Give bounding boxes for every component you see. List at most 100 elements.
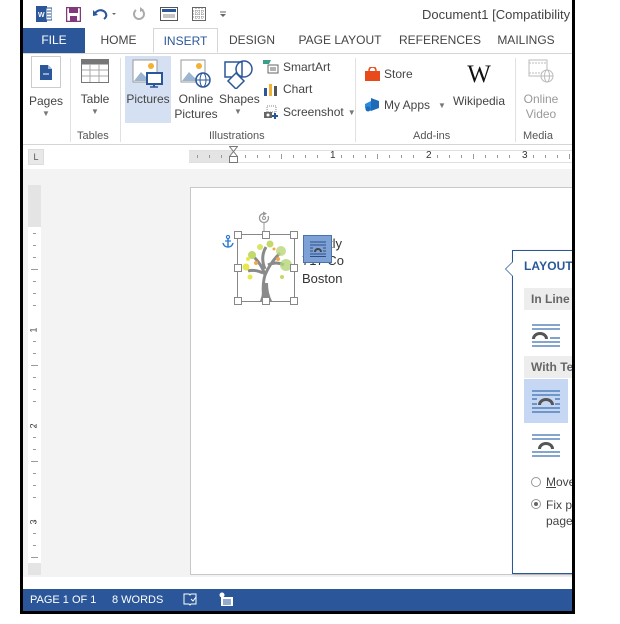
resize-handle[interactable] (290, 297, 298, 305)
word-count[interactable]: 8 WORDS (112, 594, 163, 606)
ribbon-tabs: FILE HOME INSERT DESIGN PAGE LAYOUT REFE… (23, 28, 572, 54)
store-button[interactable]: Store (365, 67, 413, 81)
group-label-tables: Tables (77, 130, 109, 142)
ruler-tick (33, 293, 36, 294)
undo-icon[interactable] (91, 5, 119, 23)
ruler-number: 1 (330, 150, 336, 161)
ruler-tick (33, 425, 36, 426)
ruler-tick (33, 257, 36, 258)
customize-qa-icon[interactable] (217, 5, 229, 23)
ruler-tick (197, 155, 198, 158)
move-with-text-option[interactable]: Move with text i (531, 475, 572, 489)
chevron-down-icon: ▼ (91, 107, 99, 116)
ruler-tick (33, 389, 36, 390)
ruler-tick (473, 154, 474, 159)
ruler-tick (33, 485, 36, 486)
ruler-tick (377, 154, 378, 159)
move-with-text-radio[interactable] (531, 477, 541, 487)
ruler-bottom-margin (28, 563, 41, 575)
ruler-tick (33, 377, 36, 378)
resize-handle[interactable] (234, 297, 242, 305)
macro-recording-icon[interactable] (219, 592, 233, 609)
chevron-down-icon: ▼ (438, 100, 446, 110)
ruler-tick (305, 155, 306, 158)
ruler-tick (33, 305, 36, 306)
pictures-button[interactable]: Pictures (125, 56, 171, 123)
online-video-button[interactable]: Online Video (519, 58, 563, 122)
tab-references[interactable]: REFERENCES (399, 28, 481, 53)
ruler-tick (533, 155, 534, 158)
tab-insert[interactable]: INSERT (153, 28, 218, 53)
ruler-tick (341, 155, 342, 158)
tab-mailings[interactable]: MAILINGS (491, 28, 561, 53)
ruler-tick (221, 155, 222, 158)
ruler-left-margin (189, 151, 233, 162)
table-grid-icon[interactable] (190, 5, 208, 23)
wikipedia-button[interactable]: W Wikipedia (450, 62, 508, 109)
page-count[interactable]: PAGE 1 OF 1 (30, 594, 96, 606)
ruler-tick (33, 245, 36, 246)
status-bar: PAGE 1 OF 1 8 WORDS (23, 589, 572, 611)
indent-marker[interactable] (228, 146, 239, 167)
wrap-option-tight[interactable] (568, 379, 575, 423)
ruler-tick (485, 155, 486, 158)
smartart-label: SmartArt (283, 60, 331, 74)
tab-home[interactable]: HOME (91, 28, 146, 53)
wrap-option-inline[interactable] (524, 313, 568, 357)
resize-handle[interactable] (262, 231, 270, 239)
tab-file[interactable]: FILE (23, 28, 85, 53)
chart-button[interactable]: Chart (263, 82, 312, 96)
ruler-tick (557, 155, 558, 158)
inline-wrap-icon (532, 324, 560, 347)
ruler-tick (497, 155, 498, 158)
fix-position-option[interactable]: Fix position onpage (531, 497, 572, 529)
resize-handle[interactable] (234, 264, 242, 272)
ruler-tick (31, 461, 38, 462)
document-page[interactable]: tly 717 Co Boston LAYOUT OPTIONS ✕ In Li… (190, 187, 575, 575)
chevron-down-icon: ▼ (42, 109, 50, 118)
my-apps-button[interactable]: My Apps ▼ (365, 98, 446, 112)
tab-page-layout[interactable]: PAGE LAYOUT (291, 28, 389, 53)
wrap-option-square[interactable] (524, 379, 568, 423)
online-pictures-button[interactable]: Online Pictures (173, 56, 219, 122)
pages-icon (31, 56, 61, 88)
screenshot-button[interactable]: Screenshot ▼ (263, 105, 356, 119)
shapes-icon (222, 59, 254, 91)
section-wrapping: With Text Wrapping (524, 356, 572, 378)
resize-handle[interactable] (290, 264, 298, 272)
table-button[interactable]: Table ▼ (75, 56, 115, 117)
save-icon[interactable] (64, 5, 82, 23)
ruler-tick (545, 155, 546, 158)
chevron-down-icon: ▼ (234, 107, 242, 116)
fix-position-radio[interactable] (531, 499, 541, 509)
shapes-button[interactable]: Shapes ▼ (219, 56, 260, 117)
ruler-tick (31, 269, 38, 270)
ruler-tick (257, 155, 258, 158)
print-layout-icon[interactable] (159, 5, 179, 23)
ruler-tick (401, 155, 402, 158)
resize-handle[interactable] (234, 231, 242, 239)
resize-handle[interactable] (290, 231, 298, 239)
pages-button[interactable]: Pages ▼ (27, 56, 65, 119)
redo-icon[interactable] (130, 5, 148, 23)
section-inline: In Line with Text (524, 288, 572, 310)
resize-handle[interactable] (262, 297, 270, 305)
group-label-illustrations: Illustrations (209, 130, 265, 142)
tab-selector[interactable]: L (28, 149, 44, 165)
wrap-option-behind-text[interactable] (568, 423, 572, 467)
tight-wrap-icon (574, 387, 575, 415)
vertical-ruler[interactable]: 1 2 3 (28, 185, 41, 575)
ruler-tick (31, 365, 38, 366)
proofing-icon[interactable] (183, 593, 197, 609)
ruler-tick (33, 437, 36, 438)
horizontal-ruler[interactable]: 1 2 3 (189, 146, 572, 163)
ruler-tick (33, 497, 36, 498)
tab-design[interactable]: DESIGN (223, 28, 281, 53)
wrap-option-top-and-bottom[interactable] (524, 423, 568, 467)
smartart-button[interactable]: SmartArt (263, 60, 330, 74)
ribbon-insert: Pages ▼ Table ▼ Tables Pictures Online P… (23, 54, 572, 145)
layout-options-button[interactable] (303, 235, 332, 263)
tree-image[interactable] (234, 231, 298, 305)
word-logo-icon: W (35, 5, 53, 23)
online-video-icon (526, 58, 556, 86)
